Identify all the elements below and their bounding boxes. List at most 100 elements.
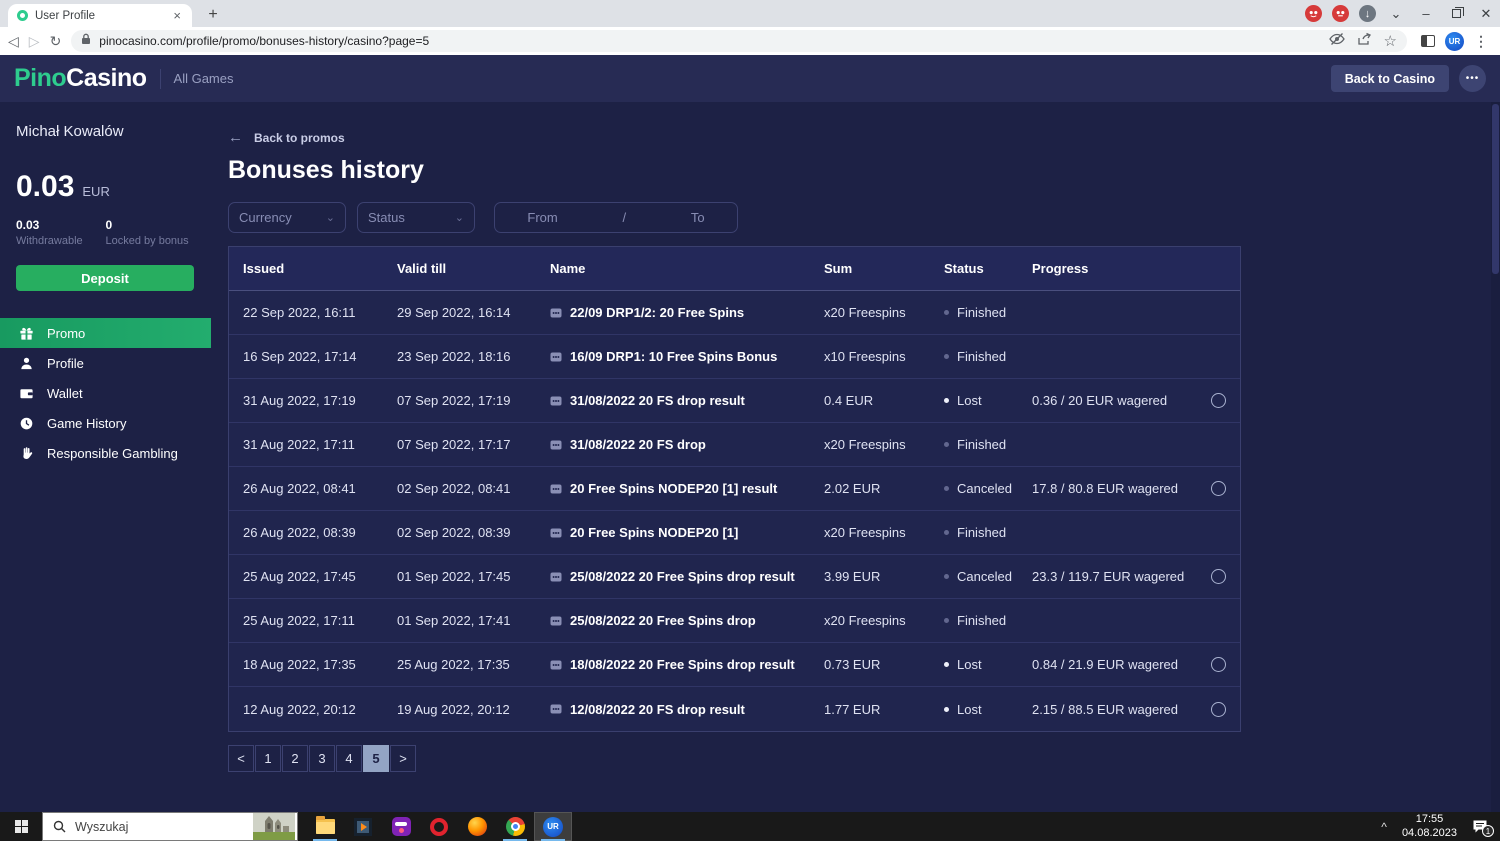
tray-expand-icon[interactable]: ^ [1381,820,1387,834]
notification-icon[interactable]: 1 [1472,819,1494,837]
search-highlight-image[interactable] [253,813,295,840]
browser-profile-avatar[interactable]: UR [1445,31,1464,51]
nav-all-games[interactable]: All Games [174,71,234,86]
sidebar-item-profile[interactable]: Profile [0,348,211,378]
issued-cell: 31 Aug 2022, 17:11 [243,437,355,452]
progress-ring-icon[interactable] [1211,481,1226,496]
new-tab-button[interactable]: + [202,5,224,25]
windows-taskbar: Wyszukaj UR ^ 17:55 04.08.2023 1 [0,812,1500,841]
side-panel-icon[interactable] [1421,35,1435,47]
page-button-5[interactable]: 5 [363,745,389,772]
window-minimize-button[interactable]: – [1416,6,1436,21]
status-dot [944,574,949,579]
extension-icon[interactable] [1305,5,1322,22]
taskbar-firefox[interactable] [458,812,496,841]
table-row[interactable]: 18 Aug 2022, 17:35 25 Aug 2022, 17:35 18… [229,643,1240,687]
taskbar-opera[interactable] [420,812,458,841]
taskbar-purple-app[interactable] [382,812,420,841]
table-row[interactable]: 12 Aug 2022, 20:12 19 Aug 2022, 20:12 12… [229,687,1240,731]
date-to-field[interactable]: To [691,210,705,225]
download-icon[interactable]: ↓ [1359,5,1376,22]
browser-tab[interactable]: User Profile × [8,4,192,27]
progress-cell: 17.8 / 80.8 EUR wagered [1032,481,1178,496]
sidebar-item-responsible-gambling[interactable]: Responsible Gambling [0,438,211,468]
browser-menu-icon[interactable]: ⋮ [1474,33,1488,50]
header-more-button[interactable]: ••• [1459,65,1486,92]
status-cell: Finished [944,349,1032,364]
locked-value: 0 [105,218,113,232]
scrollbar-thumb[interactable] [1492,104,1499,274]
user-name: Michał Kowalów [16,123,124,140]
status-cell: Finished [944,437,1032,452]
status-dot [944,706,949,712]
browser-tab-strip: User Profile × + ↓ ⌄ – ✕ [0,0,1500,27]
bonus-name-cell: 22/09 DRP1/2: 20 Free Spins [550,305,824,320]
back-to-promos-link[interactable]: ← Back to promos [228,129,1500,146]
status-cell: Finished [944,305,1032,320]
browser-toolbar: ◁ ▷ ↻ pinocasino.com/profile/promo/bonus… [0,27,1500,55]
page-button-3[interactable]: 3 [309,745,335,772]
pinocasino-logo[interactable]: PinoCasino [14,64,147,93]
page-scrollbar[interactable] [1491,102,1500,812]
progress-ring-icon[interactable] [1211,569,1226,584]
bonus-name-cell: 16/09 DRP1: 10 Free Spins Bonus [550,349,824,364]
status-dot [944,354,949,359]
progress-ring-icon[interactable] [1211,393,1226,408]
currency-filter[interactable]: Currency ⌄ [228,202,346,233]
table-row[interactable]: 26 Aug 2022, 08:39 02 Sep 2022, 08:39 20… [229,511,1240,555]
status-dot [944,662,949,667]
sidebar-item-promo[interactable]: Promo [0,318,211,348]
bookmark-star-icon[interactable]: ☆ [1384,32,1397,50]
sidebar-item-label: Responsible Gambling [47,445,178,461]
table-row[interactable]: 31 Aug 2022, 17:19 07 Sep 2022, 17:19 31… [229,379,1240,423]
table-row[interactable]: 25 Aug 2022, 17:45 01 Sep 2022, 17:45 25… [229,555,1240,599]
taskbar-chrome[interactable] [496,812,534,841]
status-filter[interactable]: Status ⌄ [357,202,475,233]
browser-back-icon[interactable]: ◁ [8,33,19,50]
sidebar-item-label: Profile [47,355,84,371]
page-prev-button[interactable]: < [228,745,254,772]
eye-off-icon[interactable] [1328,32,1345,51]
table-row[interactable]: 16 Sep 2022, 17:14 23 Sep 2022, 18:16 16… [229,335,1240,379]
page-button-4[interactable]: 4 [336,745,362,772]
progress-ring-icon[interactable] [1211,657,1226,672]
back-to-casino-button[interactable]: Back to Casino [1330,65,1449,92]
status-cell: Finished [944,525,1032,540]
window-restore-button[interactable] [1446,6,1466,21]
taskbar-file-explorer[interactable] [306,812,344,841]
share-icon[interactable] [1357,32,1372,51]
page-button-1[interactable]: 1 [255,745,281,772]
date-separator: / [622,210,627,225]
gift-icon [18,325,34,341]
progress-ring-icon[interactable] [1211,701,1226,717]
table-row[interactable]: 26 Aug 2022, 08:41 02 Sep 2022, 08:41 20… [229,467,1240,511]
withdrawable-label: Withdrawable [16,235,83,247]
start-button[interactable] [0,812,42,841]
date-range-filter[interactable]: From / To [494,202,738,233]
status-dot [944,618,949,623]
extension-icon[interactable] [1332,5,1349,22]
tab-close-icon[interactable]: × [171,8,183,23]
table-row[interactable]: 25 Aug 2022, 17:11 01 Sep 2022, 17:41 25… [229,599,1240,643]
taskbar-ur-browser[interactable]: UR [534,812,572,841]
taskbar-search[interactable]: Wyszukaj [42,812,298,841]
table-row[interactable]: 22 Sep 2022, 16:11 29 Sep 2022, 16:14 22… [229,291,1240,335]
sidebar-item-game-history[interactable]: Game History [0,408,211,438]
taskbar-clock[interactable]: 17:55 04.08.2023 [1402,813,1457,839]
page-next-button[interactable]: > [390,745,416,772]
browser-forward-icon[interactable]: ▷ [29,33,40,50]
sidebar-item-wallet[interactable]: Wallet [0,378,211,408]
page-button-2[interactable]: 2 [282,745,308,772]
deposit-button[interactable]: Deposit [16,265,194,291]
tab-search-icon[interactable]: ⌄ [1386,6,1406,22]
date-from-field[interactable]: From [527,210,557,225]
status-dot [944,530,949,535]
browser-reload-icon[interactable]: ↻ [50,33,62,50]
address-bar[interactable]: pinocasino.com/profile/promo/bonuses-his… [71,30,1407,52]
valid-till-cell: 07 Sep 2022, 17:17 [397,437,511,452]
slot-machine-icon [550,571,562,583]
table-row[interactable]: 31 Aug 2022, 17:11 07 Sep 2022, 17:17 31… [229,423,1240,467]
window-close-button[interactable]: ✕ [1476,6,1496,22]
taskbar-movies-app[interactable] [344,812,382,841]
slot-machine-icon [550,439,562,451]
